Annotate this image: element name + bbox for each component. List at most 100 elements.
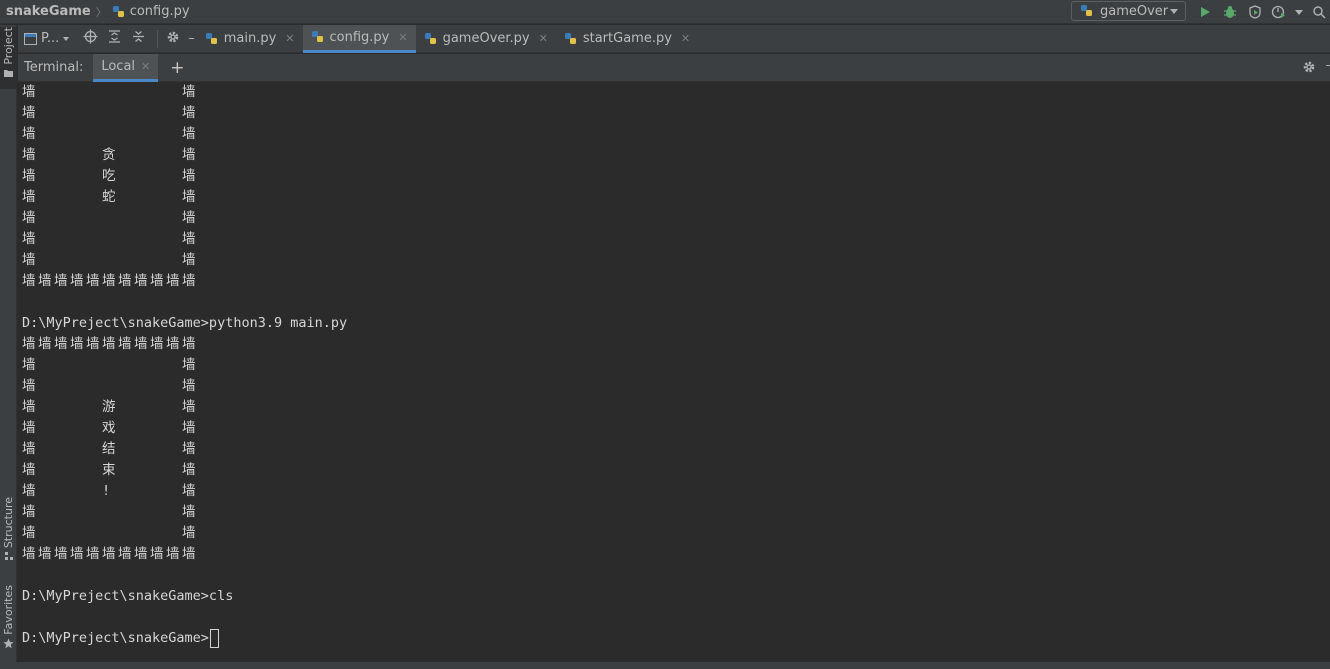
terminal-line: D:\MyPreject\snakeGame>cls bbox=[22, 586, 233, 607]
terminal-char: 墙 bbox=[22, 399, 36, 415]
structure-tool-label: Structure bbox=[2, 497, 15, 549]
terminal-char: 墙 bbox=[22, 273, 36, 289]
more-icon[interactable] bbox=[1290, 3, 1308, 21]
terminal-char: 墙 bbox=[86, 273, 100, 289]
terminal-char: 墙 bbox=[22, 420, 36, 436]
project-view-selector[interactable]: P... bbox=[18, 25, 75, 53]
debug-icon[interactable] bbox=[1221, 3, 1239, 21]
terminal-char: 墙 bbox=[22, 504, 36, 520]
breadcrumb-project[interactable]: snakeGame bbox=[0, 4, 91, 19]
close-icon[interactable]: ✕ bbox=[539, 32, 548, 45]
terminal-char: 墙 bbox=[22, 357, 36, 373]
breadcrumb-file-label: config.py bbox=[129, 4, 190, 19]
terminal-char: 墙 bbox=[182, 525, 196, 541]
terminal-char: 墙 bbox=[182, 483, 196, 499]
terminal-char: 墙 bbox=[182, 420, 196, 436]
terminal-char: 墙 bbox=[54, 336, 68, 352]
tab-main-py[interactable]: main.py ✕ bbox=[197, 25, 303, 53]
tab-label: gameOver.py bbox=[442, 31, 530, 46]
expand-all-icon[interactable] bbox=[108, 30, 121, 47]
hide-icon[interactable]: – bbox=[188, 31, 195, 46]
window-icon bbox=[24, 32, 37, 45]
terminal-char: 墙 bbox=[54, 273, 68, 289]
terminal-char: 墙 bbox=[118, 336, 132, 352]
terminal-char: 墙 bbox=[86, 546, 100, 562]
hide-terminal-icon[interactable]: – bbox=[1326, 58, 1330, 73]
terminal-title: Terminal: bbox=[24, 60, 84, 75]
coverage-icon[interactable] bbox=[1246, 3, 1264, 21]
project-tool-label: Project bbox=[2, 27, 15, 65]
project-tool-button[interactable]: Project bbox=[0, 27, 17, 89]
terminal-char: 墙 bbox=[182, 168, 196, 184]
terminal-line: D:\MyPreject\snakeGame>python3.9 main.py bbox=[22, 313, 347, 334]
terminal-char: 墙 bbox=[134, 336, 148, 352]
terminal-char: 墙 bbox=[22, 546, 36, 562]
run-configuration-select[interactable]: gameOver bbox=[1071, 1, 1186, 21]
terminal-char: 墙 bbox=[22, 252, 36, 268]
favorites-tool-button[interactable]: Favorites bbox=[0, 585, 17, 655]
terminal-char: 墙 bbox=[22, 441, 36, 457]
left-tool-stripe: Project Structure Favorites bbox=[0, 25, 17, 669]
profile-run-icon[interactable] bbox=[1270, 3, 1288, 21]
tab-gameover-py[interactable]: gameOver.py ✕ bbox=[416, 25, 556, 53]
terminal-char: 结 bbox=[102, 441, 116, 457]
terminal-char: 戏 bbox=[102, 420, 116, 436]
python-file-icon bbox=[205, 32, 217, 44]
editor-tabs: main.py ✕ config.py ✕ gameOver.py ✕ star… bbox=[197, 24, 698, 53]
run-icon[interactable] bbox=[1196, 3, 1214, 21]
terminal-char: 墙 bbox=[166, 546, 180, 562]
terminal-char: 墙 bbox=[182, 231, 196, 247]
terminal-char: 墙 bbox=[102, 336, 116, 352]
collapse-all-icon[interactable] bbox=[132, 30, 145, 47]
terminal-cursor bbox=[209, 628, 219, 648]
terminal-char: 墙 bbox=[118, 273, 132, 289]
close-icon[interactable]: ✕ bbox=[285, 32, 294, 45]
star-icon bbox=[3, 638, 14, 649]
terminal-char: 墙 bbox=[70, 546, 84, 562]
terminal-char: 墙 bbox=[118, 546, 132, 562]
terminal-char: 墙 bbox=[182, 504, 196, 520]
editor-tab-row: P... – main.py ✕ config.py ✕ gameOver.py… bbox=[18, 24, 1330, 53]
terminal-char: 墙 bbox=[70, 273, 84, 289]
tab-startgame-py[interactable]: startGame.py ✕ bbox=[556, 25, 698, 53]
terminal-text: D:\MyPreject\snakeGame> bbox=[22, 630, 209, 646]
breadcrumb-separator: 〉 bbox=[95, 5, 107, 19]
terminal-char: ! bbox=[102, 483, 111, 499]
project-view-label: P... bbox=[41, 31, 60, 46]
terminal-char: 墙 bbox=[38, 336, 52, 352]
close-icon[interactable]: ✕ bbox=[398, 31, 407, 44]
structure-tool-button[interactable]: Structure bbox=[0, 497, 17, 567]
terminal-char: 蛇 bbox=[102, 189, 116, 205]
terminal-char: 吃 bbox=[102, 168, 116, 184]
locate-file-icon[interactable] bbox=[83, 29, 98, 48]
terminal-char: 墙 bbox=[22, 525, 36, 541]
terminal-char: 墙 bbox=[22, 168, 36, 184]
gear-icon[interactable] bbox=[166, 30, 180, 48]
navigation-bar: snakeGame 〉 config.py gameOver bbox=[0, 0, 1330, 24]
run-configuration-label: gameOver bbox=[1100, 3, 1169, 19]
terminal-settings-gear-icon[interactable] bbox=[1302, 60, 1316, 78]
tab-label: main.py bbox=[223, 31, 277, 46]
status-bar bbox=[0, 662, 1330, 669]
close-icon[interactable]: ✕ bbox=[681, 32, 690, 45]
terminal-char: 墙 bbox=[182, 252, 196, 268]
terminal-char: 墙 bbox=[22, 147, 36, 163]
close-icon[interactable]: ✕ bbox=[141, 60, 150, 73]
terminal-char: 墙 bbox=[38, 546, 52, 562]
breadcrumb-file[interactable]: config.py bbox=[112, 4, 190, 19]
terminal-char: 墙 bbox=[150, 546, 164, 562]
terminal-char: 墙 bbox=[166, 336, 180, 352]
tab-config-py[interactable]: config.py ✕ bbox=[302, 24, 416, 53]
terminal-char: 墙 bbox=[182, 546, 196, 562]
terminal-char: 墙 bbox=[22, 231, 36, 247]
terminal-char: 墙 bbox=[182, 189, 196, 205]
terminal-char: 墙 bbox=[182, 105, 196, 121]
folder-icon bbox=[4, 69, 13, 77]
terminal-char: 贪 bbox=[102, 147, 116, 163]
new-terminal-plus-icon[interactable]: + bbox=[170, 58, 184, 78]
tab-row-divider bbox=[157, 29, 159, 48]
tab-label: config.py bbox=[329, 29, 390, 45]
terminal-tab-local[interactable]: Local ✕ bbox=[93, 53, 159, 82]
search-everywhere-icon[interactable] bbox=[1310, 3, 1328, 21]
terminal-output[interactable]: 墙墙墙墙墙墙墙贪墙墙吃墙墙蛇墙墙墙墙墙墙墙墙墙墙墙墙墙墙墙墙墙墙 D:\MyPre… bbox=[18, 82, 1330, 662]
